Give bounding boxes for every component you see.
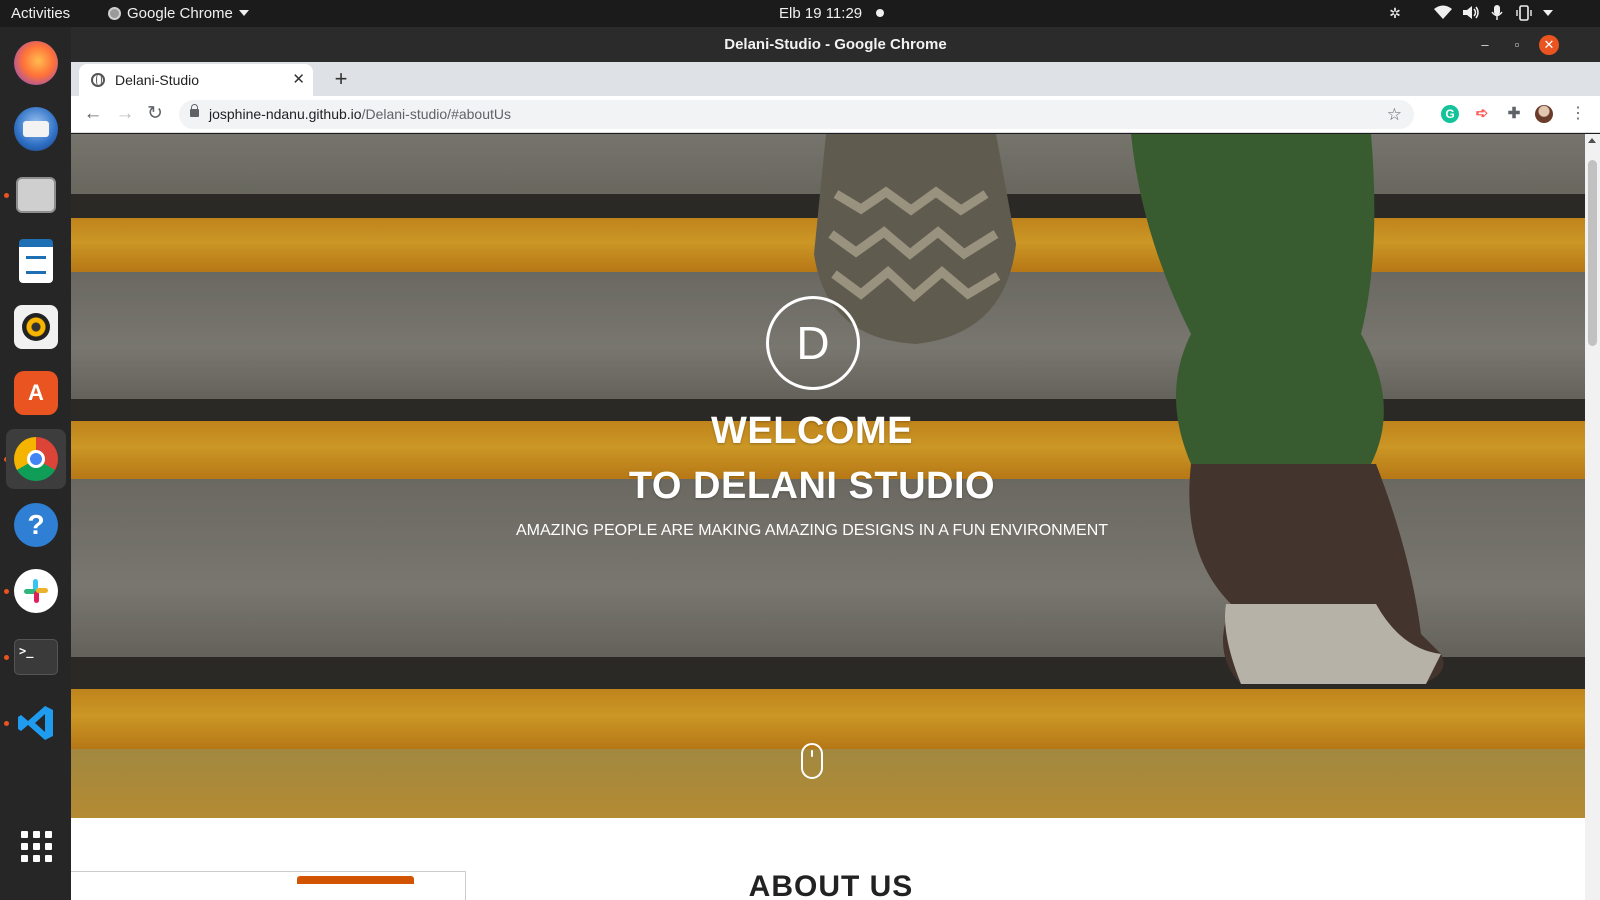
dock-software[interactable]: A [6, 363, 66, 423]
terminal-icon: >_ [14, 639, 58, 675]
dock-writer[interactable] [6, 231, 66, 291]
page-viewport: D WELCOME TO DELANI STUDIO AMAZING PEOPL… [71, 134, 1585, 900]
lock-icon [190, 104, 199, 117]
dock-firefox[interactable] [6, 33, 66, 93]
back-button[interactable]: ← [79, 101, 107, 127]
slack-icon [14, 569, 58, 613]
window-titlebar: Delani-Studio - Google Chrome – ▫ ✕ [71, 27, 1600, 62]
wifi-icon[interactable] [1434, 5, 1452, 22]
minimize-button[interactable]: – [1475, 35, 1495, 55]
browser-toolbar: ← → ↻ josphine-ndanu.github.io/Delani-st… [71, 96, 1600, 133]
profile-avatar[interactable] [1535, 105, 1553, 123]
volume-icon[interactable] [1462, 5, 1480, 22]
hero-section: D WELCOME TO DELANI STUDIO AMAZING PEOPL… [71, 134, 1585, 818]
system-menu-chevron-icon[interactable] [1540, 5, 1556, 22]
tab-close-icon[interactable]: ✕ [292, 64, 305, 96]
chrome-icon [108, 7, 121, 20]
chevron-down-icon [238, 10, 249, 16]
microphone-icon[interactable] [1490, 5, 1504, 22]
grammarly-extension-icon[interactable]: G [1441, 105, 1459, 123]
notification-dot-icon [876, 9, 885, 17]
clock-label: Elb 19 11:29 [779, 5, 863, 22]
close-window-button[interactable]: ✕ [1539, 35, 1559, 55]
writer-icon [19, 239, 53, 283]
about-accent-bar [297, 876, 414, 884]
url-host: josphine-ndanu.github.io [209, 106, 362, 122]
window-title: Delani-Studio - Google Chrome [724, 36, 947, 53]
scrollbar-thumb[interactable] [1588, 160, 1597, 346]
dock-terminal[interactable]: >_ [6, 627, 66, 687]
dock-files[interactable] [6, 165, 66, 225]
dock-vscode[interactable] [6, 693, 66, 753]
dock-show-apps[interactable] [6, 816, 66, 876]
maximize-button[interactable]: ▫ [1507, 35, 1527, 55]
reload-button[interactable]: ↻ [141, 101, 169, 127]
hero-title-line1: WELCOME [711, 410, 913, 452]
rhythmbox-icon [14, 305, 58, 349]
bookmark-star-icon[interactable]: ☆ [1387, 100, 1402, 129]
about-title: ABOUT US [748, 870, 914, 900]
tab-title: Delani-Studio [115, 72, 200, 88]
more-menu-icon[interactable]: ⋮ [1564, 101, 1592, 127]
new-tab-button[interactable]: + [327, 62, 355, 96]
dock-help[interactable]: ? [6, 495, 66, 555]
phone-icon[interactable] [1515, 5, 1533, 22]
slack-tray-icon[interactable]: ✲ [1386, 5, 1404, 22]
url-path: /Delani-studio/#aboutUs [361, 106, 511, 122]
dock-slack[interactable] [6, 561, 66, 621]
activities-button[interactable]: Activities [11, 0, 70, 27]
tab-strip: Delani-Studio ✕ + [71, 62, 1600, 96]
globe-icon [91, 73, 105, 87]
logo-circle: D [766, 296, 860, 390]
files-icon [16, 177, 56, 213]
page-scrollbar[interactable] [1585, 134, 1600, 900]
dock-thunderbird[interactable] [6, 99, 66, 159]
app-menu[interactable]: Google Chrome [108, 0, 249, 27]
firefox-icon [14, 41, 58, 85]
screen-recorder-extension-icon[interactable]: ➪ [1473, 105, 1491, 123]
hero-subtitle: AMAZING PEOPLE ARE MAKING AMAZING DESIGN… [515, 522, 1109, 539]
extensions-puzzle-icon[interactable]: ✚ [1505, 105, 1523, 123]
hero-title-line2: TO DELANI STUDIO [628, 465, 996, 507]
chrome-icon [14, 437, 58, 481]
system-top-bar: Activities Google Chrome Elb 19 11:29 ✲ [0, 0, 1600, 27]
dock-rhythmbox[interactable] [6, 297, 66, 357]
dock: A ? >_ [0, 27, 71, 900]
app-menu-label: Google Chrome [127, 5, 233, 22]
forward-button[interactable]: → [111, 101, 139, 127]
tab-delani-studio[interactable]: Delani-Studio ✕ [79, 64, 313, 96]
software-icon: A [14, 371, 58, 415]
thunderbird-icon [14, 107, 58, 151]
scroll-up-arrow-icon[interactable] [1588, 138, 1596, 143]
scroll-down-icon[interactable] [801, 743, 823, 779]
dock-chrome[interactable] [6, 429, 66, 489]
address-bar[interactable]: josphine-ndanu.github.io/Delani-studio/#… [179, 100, 1414, 129]
vscode-icon [14, 701, 58, 745]
help-icon: ? [14, 503, 58, 547]
clock[interactable]: Elb 19 11:29 [779, 0, 885, 27]
app-grid-icon [20, 830, 52, 862]
